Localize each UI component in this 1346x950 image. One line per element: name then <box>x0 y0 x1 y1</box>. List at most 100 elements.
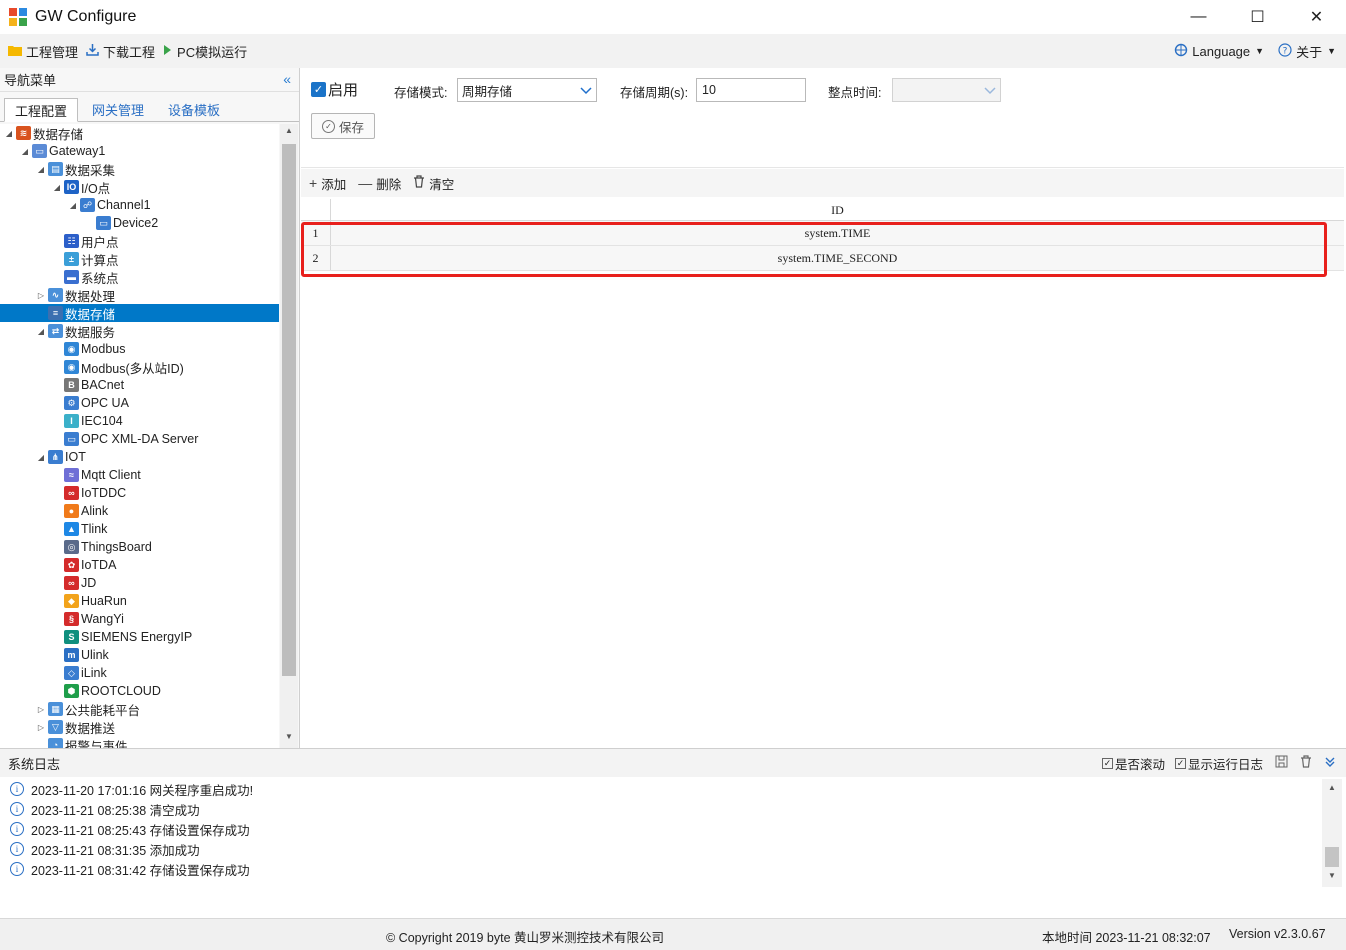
menu-project-management[interactable]: 工程管理 <box>8 42 78 61</box>
version-text: Version v2.3.0.67 <box>1229 927 1326 941</box>
tree-item[interactable]: ◢ ⋔ IOT <box>0 448 279 466</box>
language-icon <box>1174 43 1188 60</box>
tree-item[interactable]: ◆ HuaRun <box>0 592 279 610</box>
table-row[interactable]: 2 system.TIME_SECOND <box>301 246 1344 271</box>
tree-item[interactable]: ◉ Modbus(多从站ID) <box>0 358 279 376</box>
add-button[interactable]: + 添加 <box>309 174 346 193</box>
tree-item[interactable]: ✿ IoTDA <box>0 556 279 574</box>
title-bar: GW Configure — ☐ ✕ <box>0 0 1346 34</box>
tree-item[interactable]: ⬢ ROOTCLOUD <box>0 682 279 700</box>
tree-item[interactable]: ▭ OPC XML-DA Server <box>0 430 279 448</box>
tree-item[interactable]: ▲ Tlink <box>0 520 279 538</box>
tree-item[interactable]: ☷ 用户点 <box>0 232 279 250</box>
tree-item[interactable]: ◢ IO I/O点 <box>0 178 279 196</box>
collapse-arrow-icon[interactable]: ◢ <box>4 129 14 138</box>
storage-mode-select[interactable]: 周期存储 <box>457 78 597 102</box>
scroll-thumb[interactable] <box>1325 847 1339 867</box>
tree-item-label: 数据服务 <box>65 325 116 340</box>
maximize-button[interactable]: ☐ <box>1228 0 1287 34</box>
tree-item[interactable]: ± 计算点 <box>0 250 279 268</box>
menu-pc-simulation[interactable]: PC模拟运行 <box>163 42 247 61</box>
tree-item[interactable]: B BACnet <box>0 376 279 394</box>
collapse-icon[interactable]: « <box>283 71 291 87</box>
tree-item[interactable]: ◢ ▭ Gateway1 <box>0 142 279 160</box>
storage-period-label: 存储周期(s): <box>620 86 689 100</box>
calc-icon: ± <box>64 252 79 266</box>
tree-item[interactable]: ∞ IoTDDC <box>0 484 279 502</box>
clear-button[interactable]: 清空 <box>413 174 454 193</box>
expand-arrow-icon[interactable]: ▷ <box>36 705 46 714</box>
chevron-down-icon <box>984 83 996 100</box>
collapse-arrow-icon[interactable]: ◢ <box>68 201 78 210</box>
log-scrollbar[interactable]: ▲ ▼ <box>1322 779 1342 887</box>
tree-item[interactable]: ◢ ☍ Channel1 <box>0 196 279 214</box>
auto-scroll-checkbox[interactable]: ✓ 是否滚动 <box>1101 754 1165 773</box>
minimize-button[interactable]: — <box>1169 0 1228 34</box>
clear-log-icon[interactable] <box>1300 755 1312 771</box>
tree-item[interactable]: ▬ 系统点 <box>0 268 279 286</box>
tree-item[interactable]: ● Alink <box>0 502 279 520</box>
menu-about[interactable]: ? 关于 ▼ <box>1278 42 1336 61</box>
log-header: 系统日志 ✓ 是否滚动 ✓ 显示运行日志 <box>0 749 1346 777</box>
tree-item[interactable]: ◢ ▤ 数据采集 <box>0 160 279 178</box>
expand-arrow-icon[interactable]: ▷ <box>36 291 46 300</box>
id-cell[interactable]: system.TIME <box>331 221 1344 245</box>
menu-download-project[interactable]: 下载工程 <box>86 42 155 61</box>
tree-item[interactable]: ▭ Device2 <box>0 214 279 232</box>
tree-item-label: ROOTCLOUD <box>81 684 161 698</box>
tree-item[interactable]: ≈ Mqtt Client <box>0 466 279 484</box>
log-entry-text: 2023-11-21 08:25:43 存储设置保存成功 <box>31 823 250 838</box>
tree-item[interactable]: ▷ ▽ 数据推送 <box>0 718 279 736</box>
tree-item[interactable]: § WangYi <box>0 610 279 628</box>
modbus-icon: ◉ <box>64 342 79 356</box>
tree-item[interactable]: ▷ ▦ 公共能耗平台 <box>0 700 279 718</box>
scroll-up-icon[interactable]: ▲ <box>1322 783 1342 797</box>
scroll-down-icon[interactable]: ▼ <box>280 732 298 746</box>
scroll-down-icon[interactable]: ▼ <box>1322 871 1342 885</box>
tree-scrollbar[interactable]: ▲ ▼ <box>280 124 298 748</box>
ilink-icon: ◇ <box>64 666 79 680</box>
collapse-arrow-icon[interactable]: ◢ <box>52 183 62 192</box>
scroll-up-icon[interactable]: ▲ <box>280 126 298 140</box>
tree-item[interactable]: ⚙ OPC UA <box>0 394 279 412</box>
bacnet-icon: B <box>64 378 79 392</box>
tab-device-template[interactable]: 设备模板 <box>158 97 230 121</box>
enable-checkbox[interactable]: ✓ 启用 <box>311 79 358 100</box>
collapse-arrow-icon[interactable]: ◢ <box>20 147 30 156</box>
export-log-icon[interactable] <box>1275 755 1288 771</box>
delete-button[interactable]: — 删除 <box>358 174 401 193</box>
storage-period-input[interactable]: 10 <box>696 78 806 102</box>
menu-language[interactable]: Language ▼ <box>1174 43 1264 60</box>
tab-project-config[interactable]: 工程配置 <box>4 98 79 122</box>
whole-time-select[interactable] <box>892 78 1001 102</box>
log-entry: i 2023-11-21 08:25:38 清空成功 <box>0 799 1320 819</box>
tree-item[interactable]: ∞ JD <box>0 574 279 592</box>
tree-item[interactable]: ◎ ThingsBoard <box>0 538 279 556</box>
collapse-arrow-icon[interactable]: ◢ <box>36 327 46 336</box>
show-runtime-checkbox[interactable]: ✓ 显示运行日志 <box>1174 754 1263 773</box>
tab-gateway-management[interactable]: 网关管理 <box>82 97 154 121</box>
tree-item[interactable]: ▷ ∿ 数据处理 <box>0 286 279 304</box>
expand-arrow-icon[interactable]: ▷ <box>36 723 46 732</box>
collapse-arrow-icon[interactable]: ◢ <box>36 165 46 174</box>
collapse-arrow-icon[interactable]: ◢ <box>36 453 46 462</box>
column-header-id[interactable]: ID <box>331 199 1344 220</box>
scroll-thumb[interactable] <box>282 144 296 676</box>
tree-item[interactable]: ◔ 报警与事件 <box>0 736 279 748</box>
tree-item[interactable]: ◢ ⇄ 数据服务 <box>0 322 279 340</box>
save-button[interactable]: ✓ 保存 <box>311 113 375 139</box>
tree-item[interactable]: ◢ ≋ 数据存储 <box>0 124 279 142</box>
local-time: 本地时间 2023-11-21 08:32:07 <box>1042 931 1211 945</box>
tree-item[interactable]: ◇ iLink <box>0 664 279 682</box>
row-number: 1 <box>301 221 331 245</box>
tree-item[interactable]: I IEC104 <box>0 412 279 430</box>
collapse-log-icon[interactable] <box>1324 756 1336 771</box>
table-row[interactable]: 1 system.TIME <box>301 221 1344 246</box>
tree-item[interactable]: ≡ 数据存储 <box>0 304 279 322</box>
tree-item[interactable]: m Ulink <box>0 646 279 664</box>
close-button[interactable]: ✕ <box>1287 0 1346 34</box>
push-icon: ▽ <box>48 720 63 734</box>
id-cell[interactable]: system.TIME_SECOND <box>331 246 1344 270</box>
tree-item[interactable]: S SIEMENS EnergyIP <box>0 628 279 646</box>
tree-item[interactable]: ◉ Modbus <box>0 340 279 358</box>
